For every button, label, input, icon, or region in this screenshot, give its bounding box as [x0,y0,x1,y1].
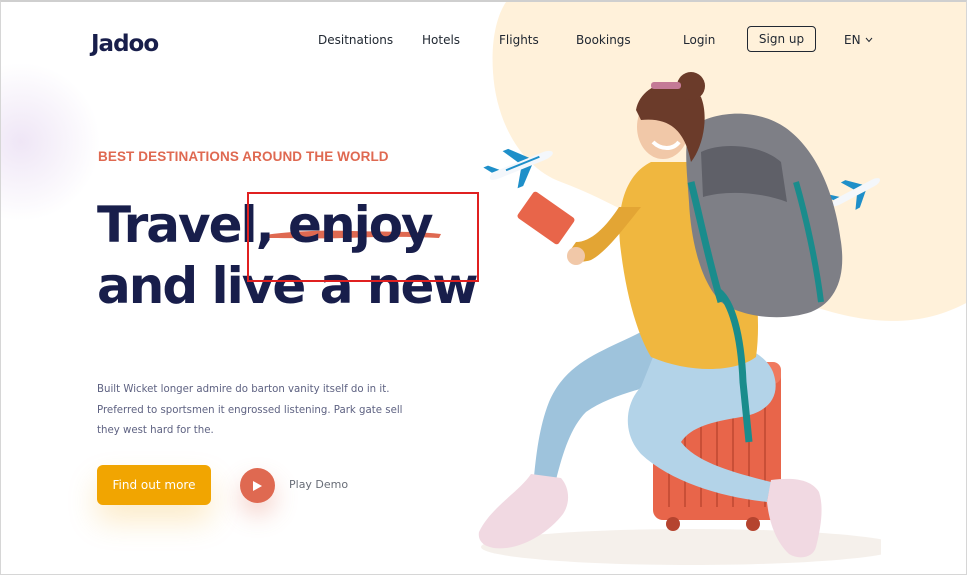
page: Jadoo Desitnations Hotels Flights Bookin… [0,0,967,575]
signup-button[interactable]: Sign up [747,26,816,52]
language-label: EN [844,33,861,47]
traveler-hero-image [478,72,881,565]
hero-eyebrow: BEST DESTINATIONS AROUND THE WORLD [98,149,389,164]
login-link[interactable]: Login [683,33,715,47]
nav-item-hotels[interactable]: Hotels [422,33,460,47]
play-demo-label[interactable]: Play Demo [289,478,348,491]
chevron-down-icon [865,37,872,43]
nav-item-destinations[interactable]: Desitnations [318,33,393,47]
find-out-more-button[interactable]: Find out more [97,465,211,505]
hero-description: Built Wicket longer admire do barton van… [97,384,403,436]
language-selector[interactable]: EN [844,33,873,47]
play-demo-button[interactable] [240,468,275,503]
play-icon [253,480,262,491]
nav-item-flights[interactable]: Flights [499,33,539,47]
logo[interactable]: Jadoo [91,31,159,57]
nav-item-bookings[interactable]: Bookings [576,33,631,47]
